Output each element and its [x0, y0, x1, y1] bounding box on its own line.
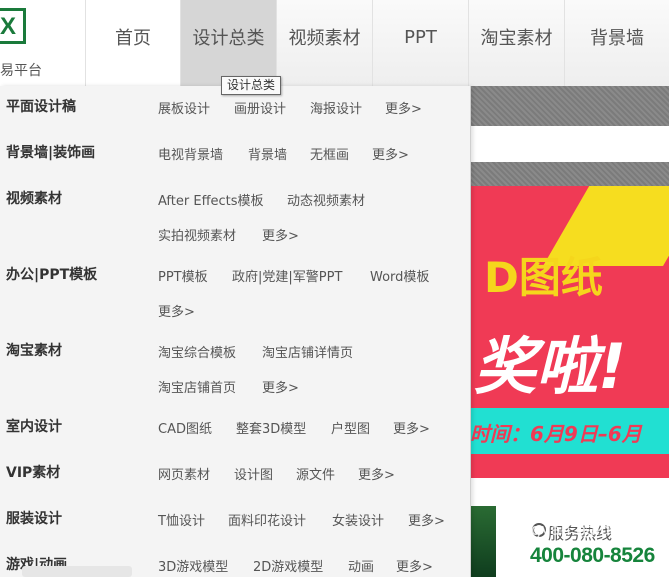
more-link[interactable]: 更多> [158, 301, 195, 320]
category-link[interactable]: Word模板 [370, 266, 429, 285]
category-link[interactable]: 展板设计 [158, 98, 210, 117]
category-title[interactable]: VIP素材 [6, 462, 60, 482]
category-dropdown: 平面设计稿 展板设计 画册设计 海报设计 更多> 背景墙|装饰画 电视背景墙 背… [0, 86, 471, 577]
category-link[interactable]: 网页素材 [158, 464, 210, 483]
site-logo[interactable]: 易平台 [0, 0, 86, 86]
category-link[interactable]: CAD图纸 [158, 418, 212, 437]
category-link[interactable]: After Effects模板 [158, 190, 264, 209]
category-link[interactable]: 3D游戏模型 [158, 556, 228, 575]
category-title[interactable]: 办公|PPT模板 [6, 264, 97, 284]
category-title[interactable]: 服装设计 [6, 508, 62, 528]
category-title[interactable]: 室内设计 [6, 416, 62, 436]
more-link[interactable]: 更多> [262, 225, 299, 244]
category-link[interactable]: 动画 [348, 556, 374, 575]
category-title[interactable]: 平面设计稿 [6, 96, 76, 116]
nav-tab-label: 视频素材 [288, 28, 361, 49]
content-gap [470, 478, 669, 506]
nav-tab-label: 背景墙 [590, 28, 644, 49]
service-phone: 400-080-8526 [530, 544, 655, 567]
category-link[interactable]: 整套3D模型 [236, 418, 306, 437]
category-link[interactable]: 设计图 [234, 464, 273, 483]
more-link[interactable]: 更多> [358, 464, 395, 483]
nav-tab-design[interactable]: 设计总类 [181, 0, 277, 86]
category-link[interactable]: 淘宝综合模板 [158, 342, 236, 361]
nav-tab-video[interactable]: 视频素材 [277, 0, 373, 86]
more-link[interactable]: 更多> [393, 418, 430, 437]
category-link[interactable]: PPT模板 [158, 266, 208, 285]
category-link[interactable]: T恤设计 [158, 510, 205, 529]
category-link[interactable]: 电视背景墙 [158, 144, 223, 163]
category-link[interactable]: 海报设计 [310, 98, 362, 117]
nav-tab-taobao[interactable]: 淘宝素材 [469, 0, 565, 86]
category-link[interactable]: 实拍视频素材 [158, 225, 236, 244]
watermark: jingyan.baidu.com [512, 520, 660, 539]
horizontal-scrollbar[interactable] [22, 566, 132, 577]
category-link[interactable]: 源文件 [296, 464, 335, 483]
category-link[interactable]: 背景墙 [248, 144, 287, 163]
promo-banner[interactable]: D图纸 奖啦! 时间：6月9日–6月 [470, 186, 669, 478]
more-link[interactable]: 更多> [396, 556, 433, 575]
category-link[interactable]: 面料印花设计 [228, 510, 306, 529]
category-link[interactable]: 2D游戏模型 [253, 556, 323, 575]
category-link[interactable]: 画册设计 [234, 98, 286, 117]
logo-icon [0, 8, 26, 44]
category-link[interactable]: 无框画 [310, 144, 349, 163]
category-title[interactable]: 背景墙|装饰画 [6, 142, 95, 162]
nav-tab-background-wall[interactable]: 背景墙 [565, 0, 669, 86]
category-link[interactable]: 女装设计 [332, 510, 384, 529]
more-link[interactable]: 更多> [372, 144, 409, 163]
category-link[interactable]: 淘宝店铺首页 [158, 377, 236, 396]
more-link[interactable]: 更多> [262, 377, 299, 396]
more-link[interactable]: 更多> [408, 510, 445, 529]
nav-tab-label: 设计总类 [192, 28, 265, 49]
category-link[interactable]: 政府|党建|军警PPT [232, 266, 342, 285]
nav-tab-label: 首页 [115, 28, 151, 49]
category-link[interactable]: 户型图 [331, 418, 370, 437]
thumbnail-image[interactable] [470, 506, 496, 577]
nav-tab-label: PPT [404, 26, 437, 48]
service-hotline: 服务热线 400-080-8526 [506, 506, 669, 577]
search-strip [470, 126, 669, 162]
more-link[interactable]: 更多> [385, 98, 422, 117]
top-navigation: 易平台 首页 设计总类 视频素材 PPT 淘宝素材 背景墙 [0, 0, 669, 86]
tooltip: 设计总类 [221, 76, 282, 95]
category-link[interactable]: 动态视频素材 [287, 190, 365, 209]
nav-tab-label: 淘宝素材 [480, 28, 553, 49]
nav-tab-home[interactable]: 首页 [86, 0, 181, 86]
banner-date: 时间：6月9日–6月 [470, 422, 642, 446]
nav-tab-ppt[interactable]: PPT [373, 0, 469, 86]
logo-text: 易平台 [0, 62, 42, 78]
category-title[interactable]: 视频素材 [6, 188, 62, 208]
category-title[interactable]: 淘宝素材 [6, 340, 62, 360]
banner-headline: D图纸 [484, 253, 603, 302]
category-link[interactable]: 淘宝店铺详情页 [262, 342, 353, 361]
banner-title: 奖啦! [474, 330, 627, 403]
